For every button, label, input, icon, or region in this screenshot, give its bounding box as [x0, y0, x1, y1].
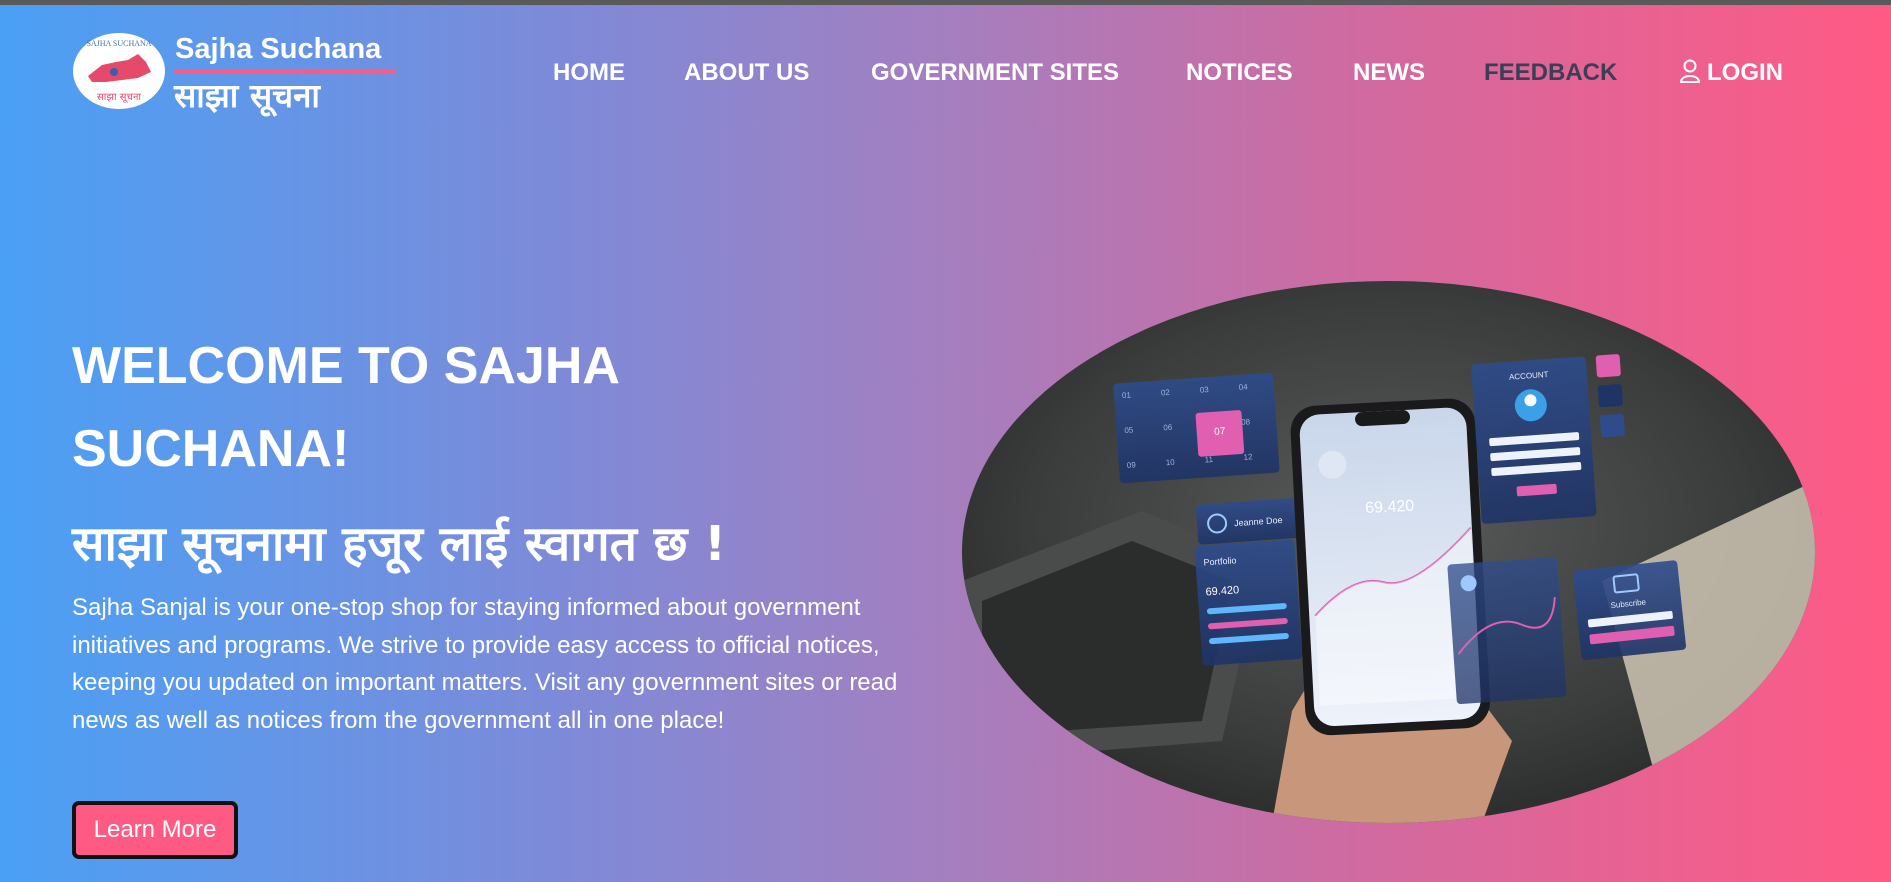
- hero-page: SAJHA SUCHANA साझा सूचना Sajha Suchana स…: [0, 5, 1891, 882]
- hero-description: Sajha Sanjal is your one-stop shop for s…: [72, 594, 898, 734]
- svg-text:SAJHA SUCHANA: SAJHA SUCHANA: [86, 39, 151, 48]
- calendar-day: 01: [1122, 391, 1132, 401]
- hero-image: 01 02 03 04 05 06 08 09 10 11 12 07 Jean…: [962, 281, 1815, 823]
- learn-more-button[interactable]: Learn More: [72, 801, 238, 859]
- nav-notices[interactable]: NOTICES: [1186, 59, 1293, 87]
- hero-title: WELCOME TO SAJHA SUCHANA!: [72, 337, 619, 478]
- sajha-suchana-logo[interactable]: SAJHA SUCHANA साझा सूचना: [72, 32, 166, 110]
- login-label: LOGIN: [1707, 59, 1783, 86]
- nav-about-us[interactable]: ABOUT US: [684, 59, 809, 87]
- brand-name-en: Sajha Suchana: [175, 33, 382, 65]
- hero-title-nepali: साझा सूचनामा हजूर लाई स्वागत छ !: [72, 516, 726, 572]
- nav-government-sites[interactable]: GOVERNMENT SITES: [871, 59, 1119, 87]
- calendar-day: 09: [1127, 460, 1137, 470]
- calendar-day: 02: [1161, 388, 1171, 398]
- brand-name-np: साझा सूचना: [174, 76, 320, 115]
- nav-login[interactable]: LOGIN: [1679, 59, 1783, 87]
- calendar-day: 03: [1199, 385, 1209, 395]
- svg-text:साझा सूचना: साझा सूचना: [97, 92, 141, 103]
- phone-illustration: 01 02 03 04 05 06 08 09 10 11 12 07 Jean…: [962, 281, 1815, 823]
- nav-news[interactable]: NEWS: [1353, 59, 1425, 87]
- mockup-screen-value: 69.420: [1365, 498, 1415, 518]
- calendar-day: 10: [1165, 458, 1175, 468]
- user-icon: [1679, 59, 1701, 83]
- nav-home[interactable]: HOME: [553, 59, 625, 87]
- mockup-portfolio-value: 69.420: [1205, 584, 1239, 598]
- calendar-day: 05: [1124, 425, 1134, 435]
- calendar-day: 06: [1163, 423, 1173, 433]
- nav-feedback[interactable]: FEEDBACK: [1484, 59, 1617, 87]
- calendar-day: 12: [1243, 452, 1253, 462]
- calendar-day: 04: [1238, 382, 1248, 392]
- calendar-selected-day: 07: [1214, 426, 1226, 438]
